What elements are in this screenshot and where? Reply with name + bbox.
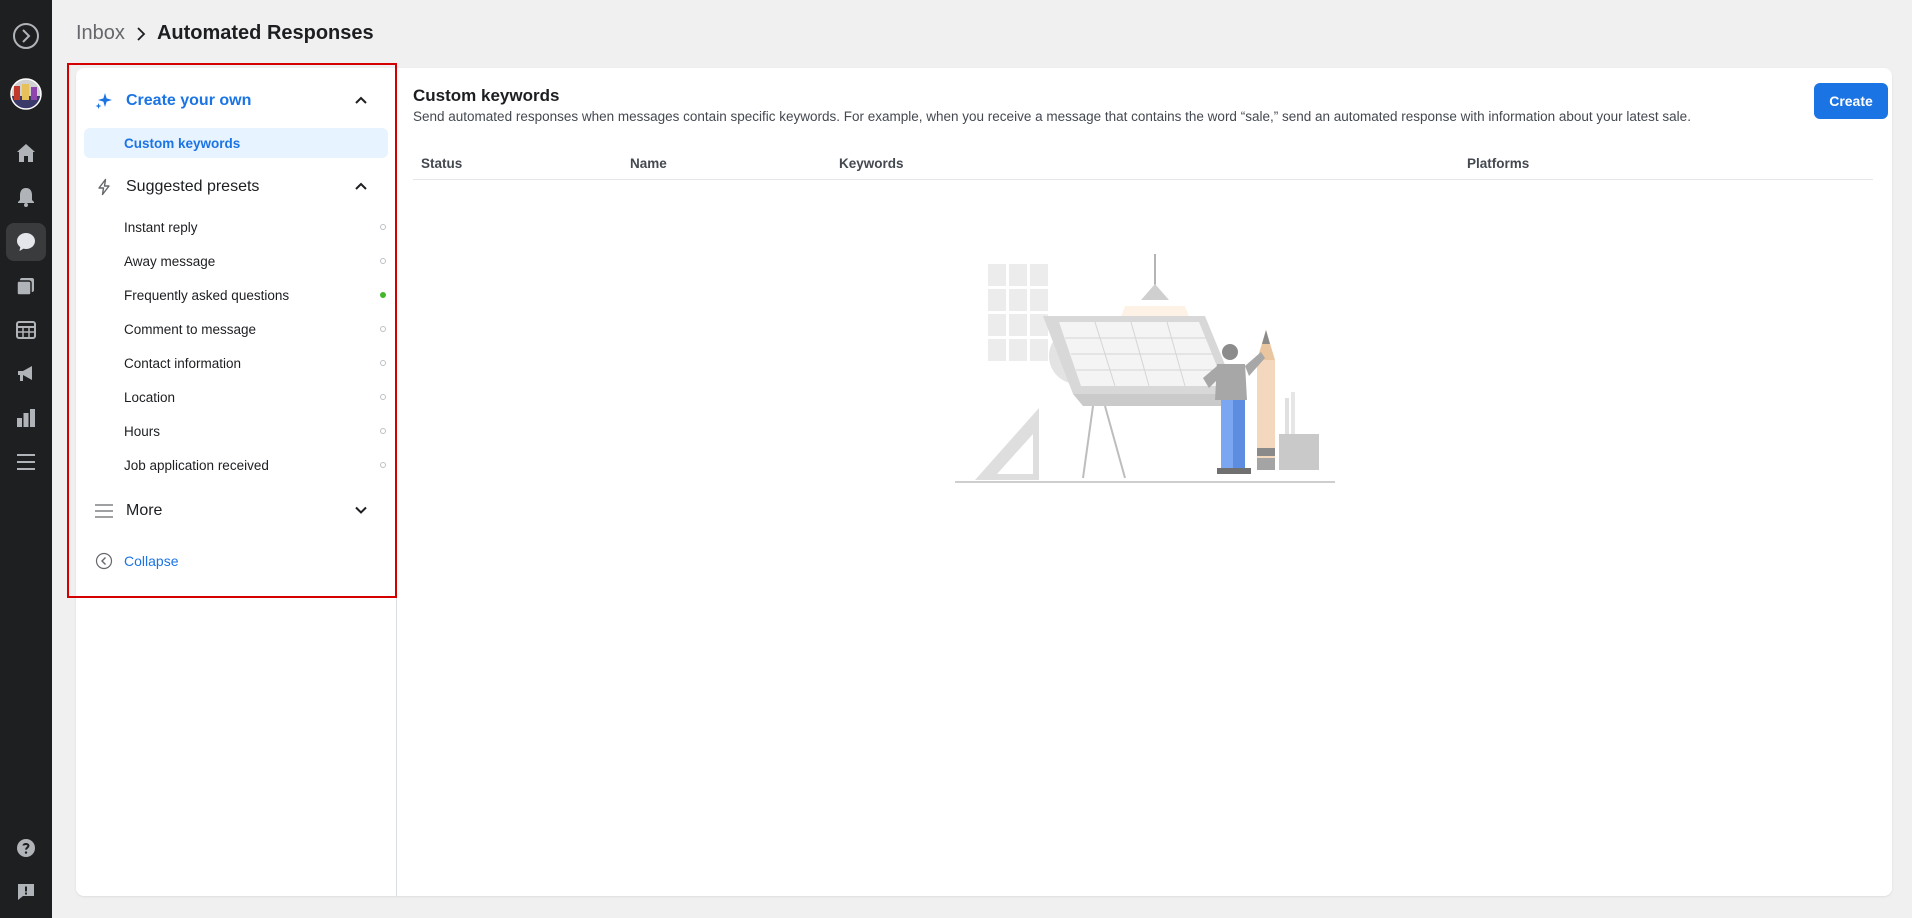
sidebar-item-label: Custom keywords — [124, 135, 241, 151]
sidebar-item-label: Hours — [124, 423, 161, 439]
sidebar-item-job-application-received[interactable]: Job application received — [84, 450, 388, 480]
sparkle-icon — [94, 91, 114, 111]
sidebar-item-label: Instant reply — [124, 219, 198, 235]
chevron-left-circle-icon — [94, 551, 114, 571]
report-icon[interactable] — [6, 873, 46, 911]
sidebar-item-contact-information[interactable]: Contact information — [84, 348, 388, 378]
sidebar-item-away-message[interactable]: Away message — [84, 246, 388, 276]
menu-icon — [94, 501, 114, 521]
menu-icon[interactable] — [6, 443, 46, 481]
column-header-name[interactable]: Name — [630, 156, 667, 171]
sidebar-item-faq[interactable]: Frequently asked questions — [84, 280, 388, 310]
column-header-platforms[interactable]: Platforms — [1467, 156, 1529, 171]
bell-icon[interactable] — [6, 178, 46, 216]
column-header-keywords[interactable]: Keywords — [839, 156, 904, 171]
section-description: Send automated responses when messages c… — [413, 109, 1691, 124]
create-your-own-label: Create your own — [126, 92, 252, 109]
page-title: Automated Responses — [156, 22, 374, 44]
pages-icon[interactable] — [6, 267, 46, 305]
create-button[interactable]: Create — [1814, 83, 1888, 119]
column-header-status[interactable]: Status — [421, 156, 462, 171]
help-icon[interactable] — [6, 829, 46, 867]
sidebar-item-label: Comment to message — [124, 321, 257, 337]
collapse-label: Collapse — [124, 553, 179, 569]
table-header: Status Name Keywords Platforms — [413, 152, 1873, 180]
breadcrumb: Inbox Automated Responses — [76, 22, 374, 45]
megaphone-icon[interactable] — [6, 355, 46, 393]
meta-logo-icon[interactable] — [6, 17, 46, 55]
chevron-up-icon[interactable] — [354, 179, 368, 198]
status-dot — [380, 258, 386, 264]
sidebar-item-label: Away message — [124, 253, 216, 269]
chevron-down-icon[interactable] — [354, 503, 368, 522]
breadcrumb-inbox-link[interactable]: Inbox — [76, 22, 125, 45]
sidebar-item-instant-reply[interactable]: Instant reply — [84, 212, 388, 242]
suggested-presets-label: Suggested presets — [126, 178, 260, 195]
sidebar-item-comment-to-message[interactable]: Comment to message — [84, 314, 388, 344]
sidebar-item-label: Frequently asked questions — [124, 287, 290, 303]
sidebar-item-location[interactable]: Location — [84, 382, 388, 412]
bar-chart-icon[interactable] — [6, 399, 46, 437]
collapse-button[interactable]: Collapse — [76, 546, 396, 576]
chevron-right-icon — [135, 26, 147, 41]
more-header[interactable]: More — [76, 493, 396, 529]
status-dot — [380, 360, 386, 366]
sidebar-divider — [396, 68, 397, 896]
suggested-presets-header[interactable]: Suggested presets — [76, 169, 396, 205]
sidebar-item-custom-keywords[interactable]: Custom keywords — [84, 128, 388, 158]
more-label: More — [126, 502, 163, 519]
chat-icon[interactable] — [6, 223, 46, 261]
create-your-own-header[interactable]: Create your own — [76, 83, 396, 119]
sidebar-item-label: Job application received — [124, 457, 269, 473]
status-dot — [380, 326, 386, 332]
table-icon[interactable] — [6, 311, 46, 349]
sidebar-item-label: Contact information — [124, 355, 242, 371]
status-dot — [380, 428, 386, 434]
left-navigation-rail — [0, 0, 52, 918]
status-dot — [380, 462, 386, 468]
status-dot — [380, 394, 386, 400]
sidebar-item-hours[interactable]: Hours — [84, 416, 388, 446]
empty-state-illustration — [955, 254, 1335, 483]
home-icon[interactable] — [6, 134, 46, 172]
status-dot-active — [380, 292, 386, 298]
status-dot — [380, 224, 386, 230]
bolt-icon — [94, 177, 114, 197]
sidebar-item-label: Location — [124, 389, 176, 405]
section-title: Custom keywords — [413, 86, 560, 105]
avatar[interactable] — [6, 75, 46, 113]
chevron-up-icon[interactable] — [354, 93, 368, 112]
